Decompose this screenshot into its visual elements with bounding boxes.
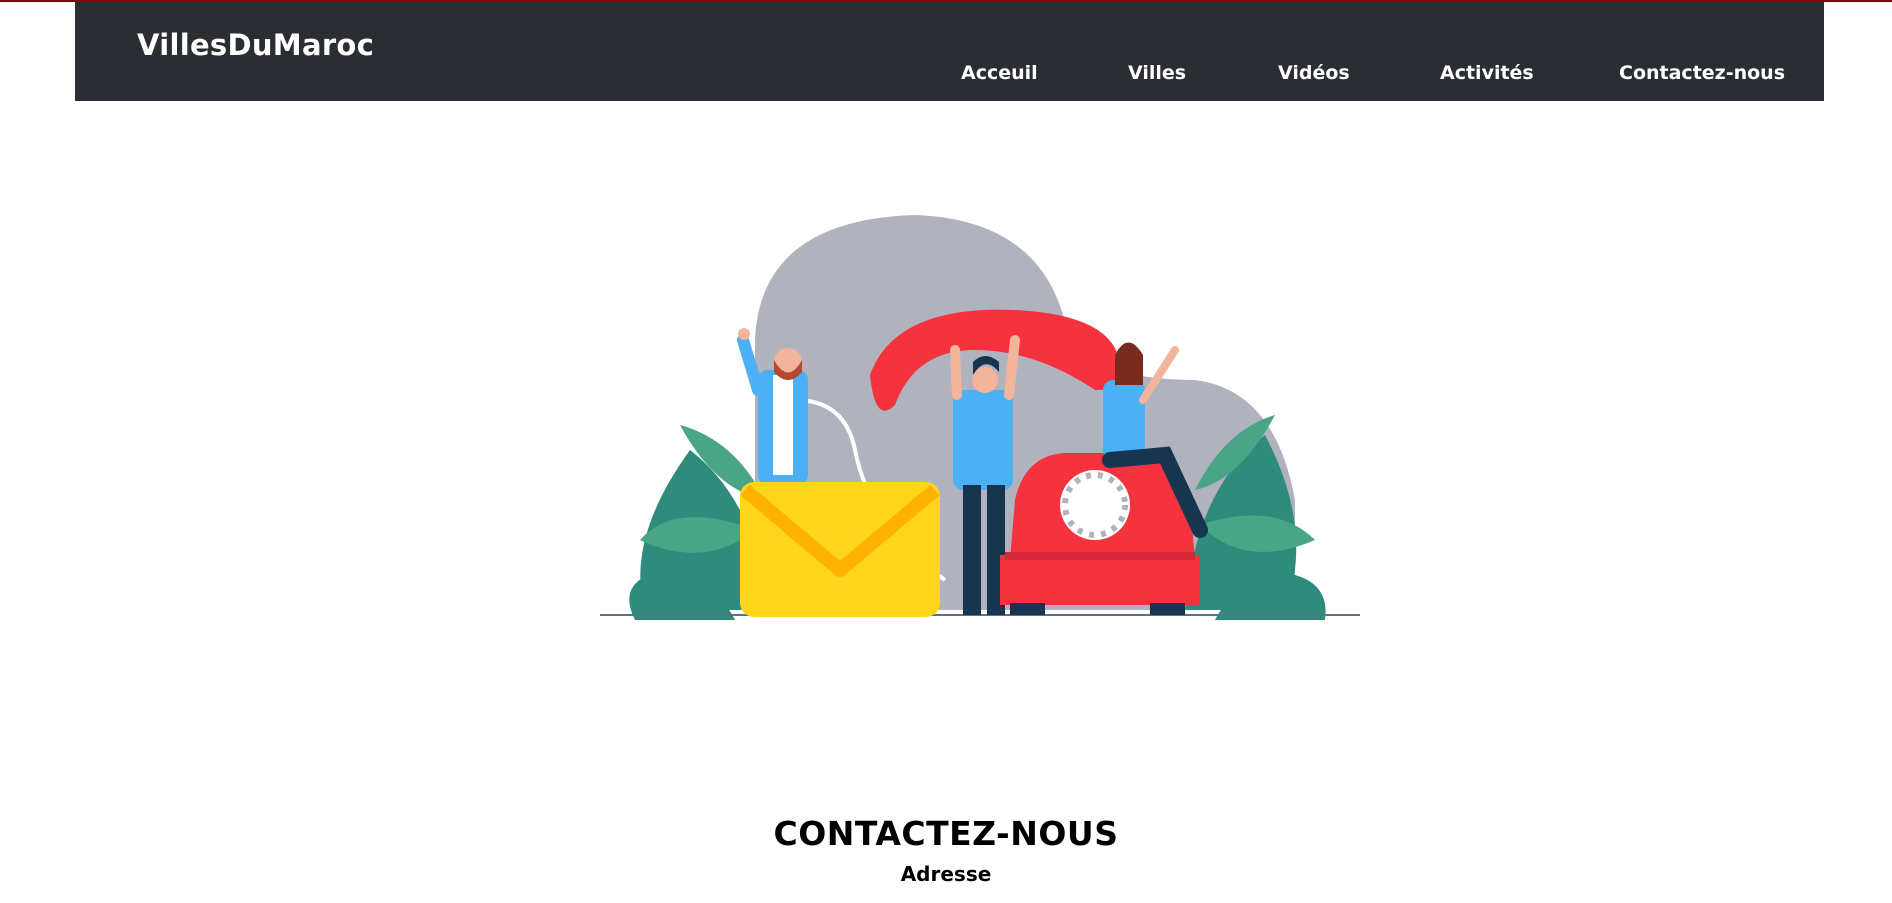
- contact-heading: CONTACTEZ-NOUS: [773, 814, 1119, 854]
- nav-link-contactez-nous[interactable]: Contactez-nous: [1619, 62, 1785, 84]
- navbar: VillesDuMaroc Acceuil Villes Vidéos Acti…: [75, 2, 1824, 101]
- nav-link-acceuil[interactable]: Acceuil: [961, 62, 1038, 84]
- nav-link-villes[interactable]: Villes: [1128, 62, 1186, 84]
- contact-illustration: [595, 200, 1365, 640]
- nav-link-videos[interactable]: Vidéos: [1278, 62, 1350, 84]
- brand-logo[interactable]: VillesDuMaroc: [137, 28, 374, 62]
- address-label: Adresse: [900, 862, 992, 886]
- nav-link-activites[interactable]: Activités: [1440, 62, 1534, 84]
